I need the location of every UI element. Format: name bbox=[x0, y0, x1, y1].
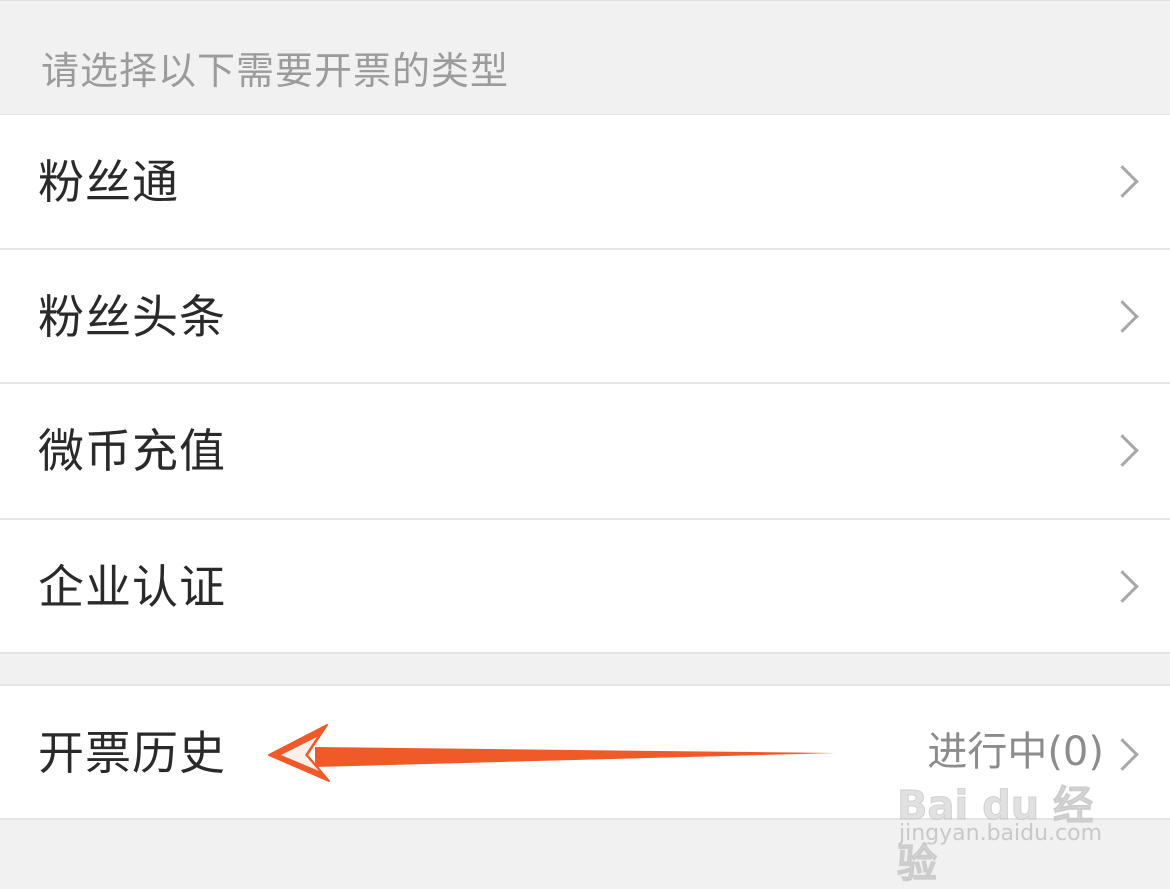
invoice-type-label: 粉丝通 bbox=[38, 155, 179, 209]
watermark-url: jingyan.baidu.com bbox=[899, 821, 1103, 846]
chevron-right-icon bbox=[1106, 570, 1139, 603]
annotation-arrow-icon bbox=[268, 724, 835, 782]
invoice-type-label: 粉丝头条 bbox=[38, 290, 226, 344]
invoice-type-row-enterprise-verification[interactable]: 企业认证 bbox=[0, 518, 1170, 654]
invoice-type-label: 企业认证 bbox=[38, 560, 226, 614]
section-hint-text: 请选择以下需要开票的类型 bbox=[41, 49, 510, 93]
annotation-arrow-shaft bbox=[315, 747, 835, 767]
baidu-jingyan-watermark: Bai du 经验 jingyan.baidu.com bbox=[895, 745, 1125, 888]
chevron-right-icon bbox=[1106, 434, 1139, 467]
invoice-history-label: 开票历史 bbox=[38, 726, 226, 780]
invoice-type-label: 微币充值 bbox=[38, 424, 226, 478]
chevron-right-icon bbox=[1106, 300, 1139, 333]
invoice-type-row-fans-headline[interactable]: 粉丝头条 bbox=[0, 248, 1170, 382]
invoice-type-row-weibi-recharge[interactable]: 微币充值 bbox=[0, 382, 1170, 518]
invoice-type-row-fans-tong[interactable]: 粉丝通 bbox=[0, 114, 1170, 248]
chevron-right-icon bbox=[1106, 165, 1139, 198]
section-header: 请选择以下需要开票的类型 bbox=[0, 0, 1170, 114]
